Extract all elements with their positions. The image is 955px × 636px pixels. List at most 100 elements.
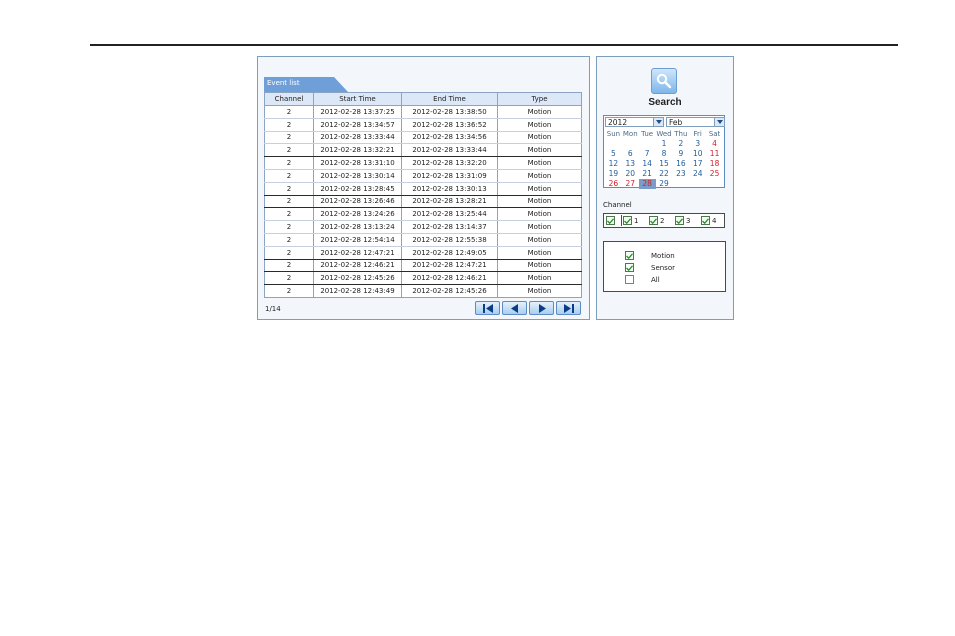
calendar-day[interactable]: 3 [689, 139, 706, 149]
calendar-day[interactable]: 8 [656, 149, 673, 159]
check-icon [649, 216, 658, 225]
table-row[interactable]: 2 2012-02-28 13:28:45 2012-02-28 13:30:13 M… [264, 182, 582, 196]
calendar-day[interactable]: 29 [656, 179, 673, 189]
next-page-button[interactable] [529, 301, 554, 315]
weekday-header: Wed [656, 130, 672, 138]
prev-page-icon [510, 303, 518, 313]
cell-start-time: 2012-02-28 13:33:44 [313, 131, 402, 145]
first-page-button[interactable] [475, 301, 500, 315]
calendar-day[interactable]: 6 [622, 149, 639, 159]
empty-day-cell [639, 139, 656, 149]
col-header-type[interactable]: Type [497, 92, 582, 106]
calendar-day[interactable]: 21 [639, 169, 656, 179]
calendar-grid: Sun Mon Tue Wed Thu Fri Sat 1 2 3 4 5 6 7 8 9 10 11 12 13 14… [605, 129, 723, 189]
table-row[interactable]: 2 2012-02-28 13:32:21 2012-02-28 13:33:44 M… [264, 143, 582, 158]
table-row[interactable]: 2 2012-02-28 12:45:26 2012-02-28 12:46:21 M… [264, 271, 582, 286]
channel-all-checkbox[interactable] [606, 216, 615, 225]
tab-event-list[interactable]: Event list [264, 77, 348, 92]
event-type-all-checkbox[interactable]: All [625, 275, 660, 284]
calendar-day[interactable]: 18 [706, 159, 723, 169]
check-icon [625, 263, 634, 272]
channel-2-checkbox[interactable]: 2 [649, 216, 664, 225]
event-type-label: Motion [651, 251, 675, 260]
channel-selector: 1 2 3 4 [603, 213, 725, 228]
calendar-day[interactable]: 5 [605, 149, 622, 159]
cell-type: Motion [497, 207, 582, 222]
channel-1-checkbox[interactable]: 1 [623, 216, 638, 225]
channel-checkbox-label: 2 [660, 216, 665, 225]
calendar-day[interactable]: 9 [672, 149, 689, 159]
channel-4-checkbox[interactable]: 4 [701, 216, 716, 225]
col-header-start-time[interactable]: Start Time [313, 92, 402, 106]
table-row[interactable]: 2 2012-02-28 13:37:25 2012-02-28 13:38:50 M… [264, 105, 582, 119]
cell-channel: 2 [264, 105, 314, 119]
weekday-header: Thu [674, 130, 688, 138]
calendar-day[interactable]: 11 [706, 149, 723, 159]
event-type-sensor-checkbox[interactable]: Sensor [625, 263, 675, 272]
cell-end-time: 2012-02-28 13:30:13 [401, 182, 498, 196]
cell-start-time: 2012-02-28 13:31:10 [313, 156, 402, 170]
calendar-day[interactable]: 15 [656, 159, 673, 169]
search-button[interactable] [651, 68, 677, 94]
calendar-day[interactable]: 7 [639, 149, 656, 159]
check-icon [675, 216, 684, 225]
cell-start-time: 2012-02-28 13:37:25 [313, 105, 402, 119]
cell-end-time: 2012-02-28 13:31:09 [401, 169, 498, 183]
cell-end-time: 2012-02-28 13:28:21 [401, 195, 498, 209]
calendar-day[interactable]: 19 [605, 169, 622, 179]
tab-event-list-label: Event list [267, 79, 300, 87]
event-type-motion-checkbox[interactable]: Motion [625, 251, 675, 260]
cell-type: Motion [497, 284, 582, 298]
prev-page-button[interactable] [502, 301, 527, 315]
calendar-day[interactable]: 23 [672, 169, 689, 179]
last-page-button[interactable] [556, 301, 581, 315]
cell-channel: 2 [264, 220, 314, 234]
col-header-channel[interactable]: Channel [264, 92, 314, 106]
calendar-day-selected[interactable]: 28 [638, 179, 656, 189]
table-row[interactable]: 2 2012-02-28 12:54:14 2012-02-28 12:55:38 M… [264, 233, 582, 247]
cell-start-time: 2012-02-28 12:43:49 [313, 284, 402, 298]
calendar-day[interactable]: 2 [672, 139, 689, 149]
table-row[interactable]: 2 2012-02-28 13:30:14 2012-02-28 13:31:09 M… [264, 169, 582, 183]
cell-channel: 2 [264, 207, 314, 222]
table-row[interactable]: 2 2012-02-28 12:43:49 2012-02-28 12:45:26 M… [264, 284, 582, 298]
channel-3-checkbox[interactable]: 3 [675, 216, 690, 225]
table-row[interactable]: 2 2012-02-28 13:31:10 2012-02-28 13:32:20 M… [264, 156, 582, 170]
calendar-day[interactable]: 22 [656, 169, 673, 179]
cell-start-time: 2012-02-28 12:47:21 [313, 246, 402, 260]
cell-type: Motion [497, 118, 582, 132]
search-label: Search [648, 97, 682, 108]
year-select[interactable]: 2012 [605, 117, 664, 127]
calendar-day[interactable]: 16 [672, 159, 689, 169]
calendar-day[interactable]: 14 [639, 159, 656, 169]
col-header-end-time[interactable]: End Time [401, 92, 498, 106]
cell-channel: 2 [264, 182, 314, 196]
calendar-day[interactable]: 26 [605, 179, 622, 189]
calendar-day[interactable]: 20 [622, 169, 639, 179]
cell-channel: 2 [264, 246, 314, 260]
month-select[interactable]: Feb [666, 117, 725, 127]
calendar-day[interactable]: 24 [689, 169, 706, 179]
calendar-day[interactable]: 27 [622, 179, 639, 189]
calendar-day[interactable]: 10 [689, 149, 706, 159]
cell-channel: 2 [264, 271, 314, 286]
table-row[interactable]: 2 2012-02-28 13:26:46 2012-02-28 13:28:21 M… [264, 195, 582, 209]
calendar-day[interactable]: 12 [605, 159, 622, 169]
cell-channel: 2 [264, 131, 314, 145]
table-row[interactable]: 2 2012-02-28 12:47:21 2012-02-28 12:49:05 M… [264, 246, 582, 260]
table-row[interactable]: 2 2012-02-28 13:34:57 2012-02-28 13:36:52 M… [264, 118, 582, 132]
cell-channel: 2 [264, 156, 314, 170]
calendar-day[interactable]: 4 [706, 139, 723, 149]
calendar-day[interactable]: 13 [622, 159, 639, 169]
year-value: 2012 [608, 118, 628, 127]
calendar-day[interactable]: 17 [689, 159, 706, 169]
table-row[interactable]: 2 2012-02-28 13:24:26 2012-02-28 13:25:44 M… [264, 207, 582, 222]
event-table-body: 2 2012-02-28 13:37:25 2012-02-28 13:38:50 M… [264, 105, 582, 298]
calendar-day[interactable]: 25 [706, 169, 723, 179]
table-row[interactable]: 2 2012-02-28 13:13:24 2012-02-28 13:14:37 M… [264, 220, 582, 234]
table-row[interactable]: 2 2012-02-28 13:33:44 2012-02-28 13:34:56 M… [264, 131, 582, 145]
cell-channel: 2 [264, 259, 314, 273]
calendar-day[interactable]: 1 [656, 139, 673, 149]
table-row[interactable]: 2 2012-02-28 12:46:21 2012-02-28 12:47:21 M… [264, 259, 582, 273]
cell-end-time: 2012-02-28 13:25:44 [401, 207, 498, 222]
